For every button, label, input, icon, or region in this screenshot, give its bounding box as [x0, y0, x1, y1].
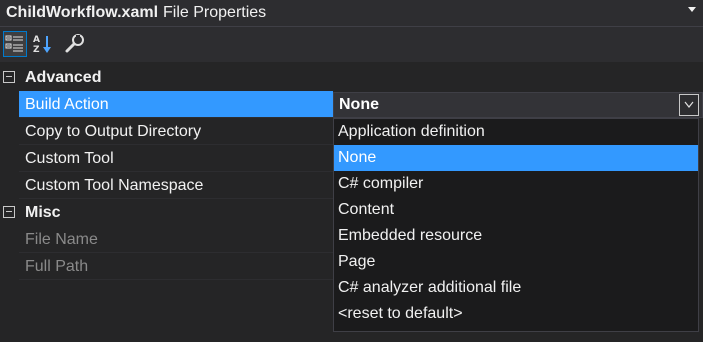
dropdown-option[interactable]: <reset to default> [334, 301, 698, 327]
build-action-value: None [339, 96, 379, 113]
category-label: Misc [25, 203, 61, 221]
chevron-down-icon [684, 101, 694, 108]
dropdown-option[interactable]: Page [334, 249, 698, 275]
alphabetical-button[interactable]: A Z [31, 31, 55, 57]
wrench-icon [65, 34, 84, 53]
dropdown-option[interactable]: C# analyzer additional file [334, 275, 698, 301]
object-selector-dropdown-icon[interactable] [688, 7, 696, 12]
dropdown-option[interactable]: C# compiler [334, 171, 698, 197]
property-name: Full Path [19, 253, 333, 280]
category-label: Advanced [25, 68, 102, 86]
property-name: Copy to Output Directory [19, 118, 333, 145]
panel-type-title: File Properties [163, 4, 267, 21]
property-name: File Name [19, 226, 333, 253]
dropdown-option[interactable]: Content [334, 197, 698, 223]
build-action-dropdown-list: Application definition None C# compiler … [333, 118, 699, 332]
dropdown-option[interactable]: Embedded resource [334, 223, 698, 249]
dropdown-button[interactable] [679, 94, 699, 116]
category-advanced[interactable]: Advanced [0, 64, 703, 91]
properties-title-bar[interactable]: ChildWorkflow.xaml File Properties [0, 0, 703, 26]
dropdown-option[interactable]: Application definition [334, 119, 698, 145]
collapse-icon[interactable] [3, 206, 15, 218]
alphabetical-icon: A Z [33, 35, 51, 55]
categorized-icon [5, 35, 23, 52]
property-name: Custom Tool [19, 145, 333, 172]
properties-toolbar: A Z [0, 26, 703, 62]
dropdown-option-selected[interactable]: None [334, 145, 698, 171]
file-name-title: ChildWorkflow.xaml [6, 4, 159, 21]
property-name: Build Action [19, 91, 333, 118]
svg-text:Z: Z [33, 45, 40, 55]
build-action-select[interactable]: None [333, 92, 703, 118]
svg-text:A: A [33, 35, 40, 45]
property-name: Custom Tool Namespace [19, 172, 333, 199]
categorized-button[interactable] [3, 31, 27, 57]
collapse-icon[interactable] [3, 71, 15, 83]
property-pages-button[interactable] [63, 31, 87, 57]
